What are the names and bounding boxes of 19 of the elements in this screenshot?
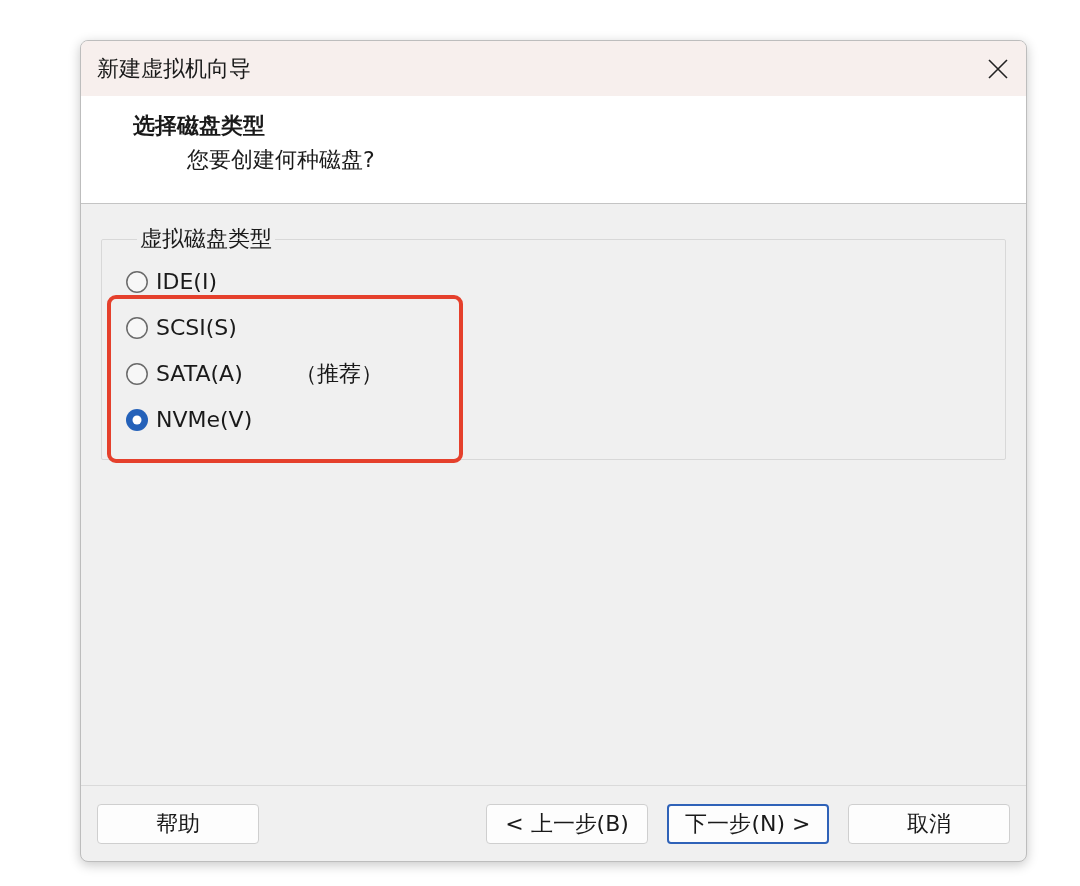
radio-selected-icon[interactable] — [126, 409, 148, 431]
radio-label[interactable]: SCSI(S) — [156, 315, 237, 341]
radio-icon[interactable] — [126, 271, 148, 293]
radio-icon[interactable] — [126, 363, 148, 385]
radio-label[interactable]: NVMe(V) — [156, 407, 253, 433]
radio-label[interactable]: IDE(I) — [156, 269, 217, 295]
close-button[interactable] — [988, 58, 1008, 79]
close-icon — [988, 58, 1008, 79]
recommended-note: （推荐） — [294, 361, 383, 387]
help-button[interactable]: 帮助 — [97, 804, 259, 844]
window-title: 新建虚拟机向导 — [97, 54, 251, 83]
back-button[interactable]: < 上一步(B) — [486, 804, 648, 844]
radio-icon[interactable] — [126, 317, 148, 339]
next-button[interactable]: 下一步(N) > — [667, 804, 829, 844]
page-subheading: 您要创建何种磁盘? — [187, 146, 375, 174]
page-heading: 选择磁盘类型 — [133, 112, 265, 140]
cancel-button[interactable]: 取消 — [848, 804, 1010, 844]
group-label: 虚拟磁盘类型 — [139, 225, 273, 253]
radio-label[interactable]: SATA(A) — [156, 361, 243, 387]
